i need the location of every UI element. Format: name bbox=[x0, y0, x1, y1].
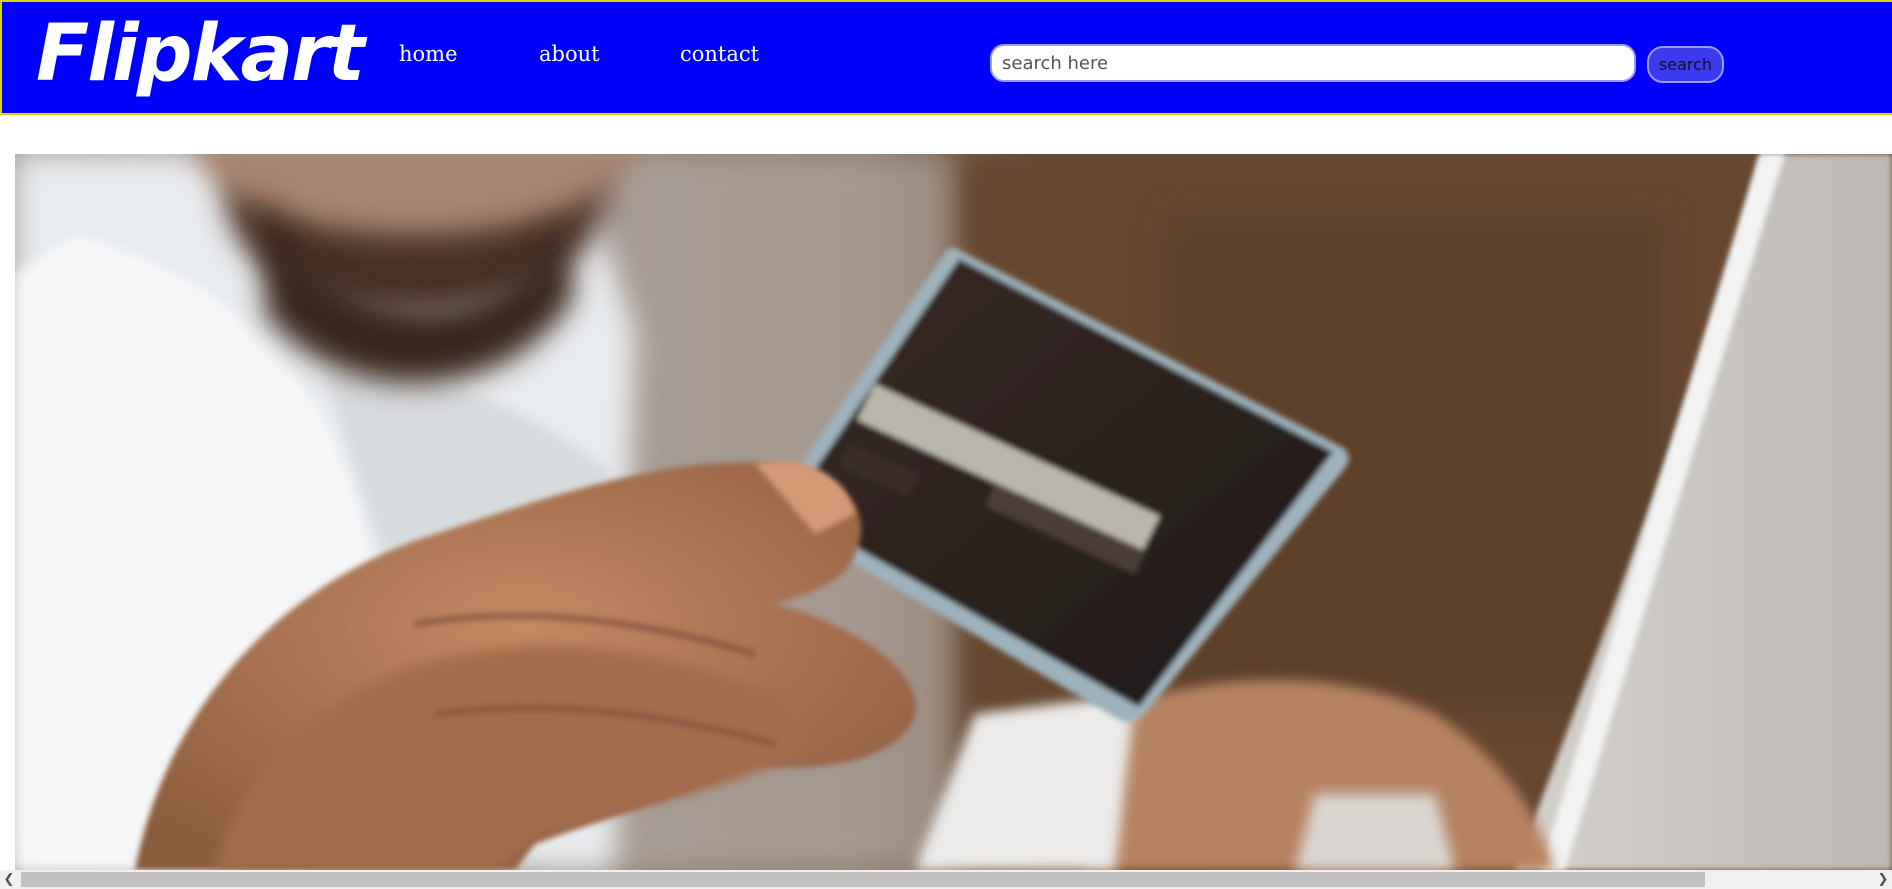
scrollbar-thumb[interactable] bbox=[21, 872, 1705, 887]
horizontal-scrollbar[interactable]: ❮ ❯ bbox=[0, 870, 1892, 889]
nav-link-home[interactable]: home bbox=[399, 40, 458, 68]
search-input[interactable] bbox=[990, 44, 1636, 82]
search-button[interactable]: search bbox=[1647, 46, 1724, 83]
chevron-right-icon[interactable]: ❯ bbox=[1874, 870, 1892, 889]
nav-link-contact[interactable]: contact bbox=[680, 40, 759, 68]
nav-link-about[interactable]: about bbox=[539, 40, 600, 68]
hero-photo bbox=[15, 154, 1892, 870]
flipkart-logo[interactable]: Flipkart bbox=[36, 6, 365, 102]
navbar: Flipkart home about contact search bbox=[0, 0, 1892, 115]
hero-banner-image bbox=[15, 154, 1892, 870]
chevron-left-icon[interactable]: ❮ bbox=[0, 870, 18, 889]
